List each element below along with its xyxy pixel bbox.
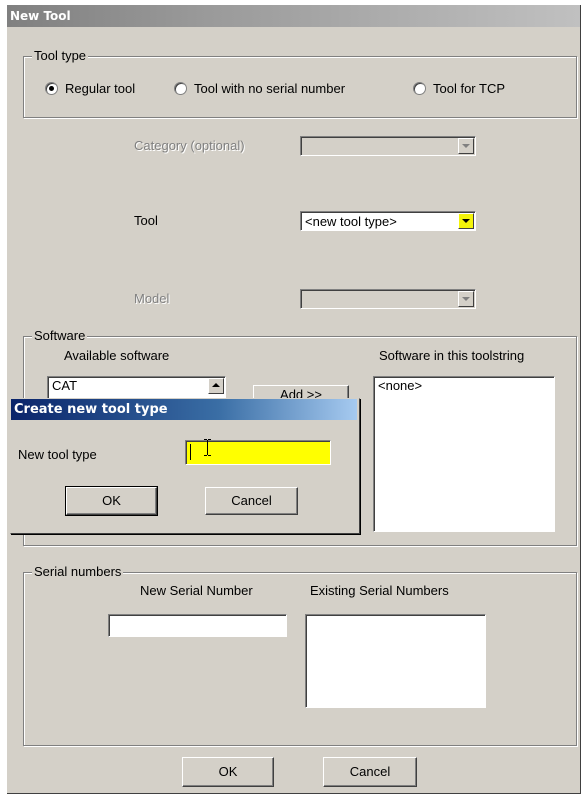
new-serial-input[interactable]: [108, 614, 287, 637]
radio-regular-tool[interactable]: Regular tool: [45, 81, 135, 96]
serial-numbers-legend: Serial numbers: [32, 564, 124, 580]
new-serial-label: New Serial Number: [140, 583, 253, 598]
category-label: Category (optional): [134, 138, 245, 153]
ok-button[interactable]: OK: [182, 757, 274, 787]
tool-dropdown-button[interactable]: [458, 213, 474, 229]
text-cursor: [190, 444, 191, 460]
model-dropdown: [300, 289, 476, 309]
create-tool-type-dialog: Create new tool type New tool type OK Ca…: [10, 398, 360, 534]
radio-no-serial[interactable]: Tool with no serial number: [174, 81, 345, 96]
dialog-title: Create new tool type: [11, 399, 357, 420]
category-dropdown-button: [458, 138, 474, 154]
ok-button-label: OK: [218, 764, 238, 779]
new-tool-type-label: New tool type: [18, 447, 97, 462]
radio-regular-tool-label: Regular tool: [65, 81, 136, 96]
toolstring-list[interactable]: <none>: [373, 376, 555, 532]
software-legend: Software: [32, 328, 88, 344]
existing-serial-label: Existing Serial Numbers: [310, 583, 449, 598]
list-item[interactable]: <none>: [378, 378, 422, 393]
radio-checked-icon: [45, 82, 58, 95]
tool-dropdown[interactable]: <new tool type>: [300, 211, 476, 231]
chevron-down-icon: [462, 144, 470, 148]
dialog-ok-button-label: OK: [102, 493, 121, 508]
tool-value: <new tool type>: [305, 214, 397, 229]
chevron-up-icon: [212, 383, 220, 387]
chevron-down-icon: [462, 297, 470, 301]
radio-tcp-label: Tool for TCP: [433, 81, 506, 96]
cancel-button[interactable]: Cancel: [323, 757, 417, 787]
existing-serial-list[interactable]: [305, 614, 486, 708]
category-dropdown: [300, 136, 476, 156]
radio-no-serial-label: Tool with no serial number: [194, 81, 346, 96]
scroll-up-button[interactable]: [208, 378, 224, 394]
dialog-cancel-button[interactable]: Cancel: [205, 487, 298, 515]
model-dropdown-button: [458, 291, 474, 307]
serial-numbers-group: Serial numbers: [23, 564, 577, 746]
radio-unchecked-icon: [174, 82, 187, 95]
chevron-down-icon: [462, 219, 470, 223]
list-item[interactable]: CAT: [52, 378, 77, 393]
dialog-cancel-button-label: Cancel: [231, 493, 272, 508]
cancel-button-label: Cancel: [349, 764, 391, 779]
tool-label: Tool: [134, 213, 158, 228]
radio-tcp[interactable]: Tool for TCP: [413, 81, 505, 96]
toolstring-label: Software in this toolstring: [379, 348, 525, 363]
model-label: Model: [134, 291, 170, 306]
radio-unchecked-icon: [413, 82, 426, 95]
dialog-ok-button[interactable]: OK: [65, 486, 158, 516]
ibeam-cursor-icon: [204, 439, 211, 456]
tool-type-legend: Tool type: [32, 48, 89, 64]
available-software-label: Available software: [64, 348, 170, 363]
window-title: New Tool: [7, 5, 580, 27]
